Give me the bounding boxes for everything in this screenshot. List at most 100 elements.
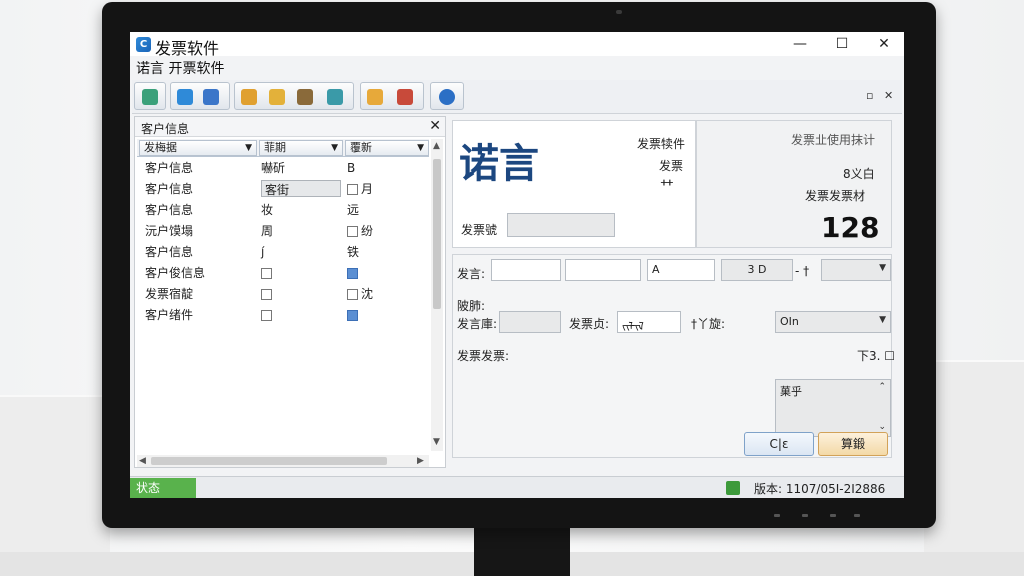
invoice-field[interactable]	[507, 213, 615, 237]
input-field[interactable]: 3 D	[721, 259, 793, 281]
table-row[interactable]: 客户俊信息	[145, 264, 425, 282]
app-icon: C	[136, 37, 151, 52]
monitor-led	[830, 514, 836, 517]
cell-status: 纷	[361, 224, 374, 238]
panel-close-icon[interactable]: ✕	[429, 118, 441, 134]
checkbox[interactable]	[347, 184, 358, 195]
gear-icon	[297, 89, 313, 105]
row2-title: 陂肺:	[457, 299, 486, 313]
table-row[interactable]: 发票宿靛 沈	[145, 285, 425, 303]
chevron-down-icon: ▼	[331, 143, 338, 153]
maximize-button[interactable]: ☐	[826, 34, 858, 54]
horizontal-scrollbar[interactable]: ◀ ▶	[137, 455, 429, 467]
cell-status: 月	[361, 182, 374, 196]
shield-icon	[726, 481, 740, 495]
shelf-right	[924, 360, 1024, 560]
cell-date-selected[interactable]: 客街	[261, 180, 341, 197]
dropdown-value: OIn	[780, 315, 799, 328]
checkbox[interactable]	[261, 268, 272, 279]
monitor-led	[854, 514, 860, 517]
summary-card: 发票㐀使用抹计 8义白 发票发票材 128	[696, 120, 892, 248]
scroll-up-icon[interactable]: ▲	[433, 141, 440, 151]
toolbar-close-icon[interactable]: ✕	[884, 89, 893, 102]
scroll-left-icon[interactable]: ◀	[139, 456, 146, 466]
info-label: 发票犊件	[637, 137, 686, 151]
window-title: 发票软件	[155, 39, 220, 58]
row2-field[interactable]: ᠵᠢᠯ᠊ᠢᠯ	[617, 311, 681, 333]
invoice-count: 128	[821, 211, 880, 244]
toolbar-group-button[interactable]	[234, 82, 354, 110]
scroll-thumb[interactable]	[433, 159, 441, 309]
cell-customer: 客户信息	[145, 203, 194, 217]
table-row[interactable]: 客户信息 妆 远	[145, 201, 425, 219]
cell-customer: 客户信息	[145, 245, 194, 259]
checkbox[interactable]	[261, 310, 272, 321]
monitor-stand	[474, 527, 570, 576]
cell-date: 周	[261, 224, 274, 238]
panel-header: 客户信息 ✕	[135, 117, 445, 137]
toolbar-up-chart-button[interactable]	[170, 82, 230, 110]
menu-subtitle: 诺言 开票软件	[136, 61, 225, 77]
confirm-button[interactable]: 算鍛	[818, 432, 888, 456]
row1-dropdown[interactable]: ▼	[821, 259, 891, 281]
table-row[interactable]: 客户信息 嚇斫 B	[145, 159, 425, 177]
scroll-up-icon[interactable]: ⌃	[878, 382, 886, 392]
checkbox-checked[interactable]	[347, 310, 358, 321]
restore-icon[interactable]: ▫	[866, 89, 873, 102]
status-bar: 状态 版本: 1107/05I-2I2886	[130, 476, 904, 498]
checkbox[interactable]	[261, 289, 272, 300]
panel-title: 客户信息	[141, 122, 190, 136]
scroll-down-icon[interactable]: ▼	[433, 437, 440, 447]
chevron-down-icon: ▼	[417, 143, 424, 153]
arrow-up-icon	[142, 89, 158, 105]
checkbox[interactable]	[347, 226, 358, 237]
input-field[interactable]	[491, 259, 561, 281]
chevron-down-icon: ▼	[245, 143, 252, 153]
webcam	[616, 10, 622, 14]
input-field[interactable]: A	[647, 259, 715, 281]
row2-dropdown[interactable]: OIn ▼	[775, 311, 891, 333]
notes-right-label: 下3. ☐	[857, 349, 896, 363]
toolbar-folder-tools-button[interactable]	[360, 82, 424, 110]
cell-customer: 客户俊信息	[145, 266, 206, 280]
database-icon	[327, 89, 343, 105]
scroll-down-icon[interactable]: ⌄	[878, 422, 886, 432]
table-row[interactable]: 客户信息 客街 月	[145, 180, 425, 198]
table-row[interactable]: 客户绪件	[145, 306, 425, 324]
summary-label: 发票发票材	[805, 189, 866, 203]
column-header-label: 发梅据	[144, 141, 177, 154]
folder-icon	[367, 89, 383, 105]
column-header[interactable]: 发梅据 ▼	[139, 140, 257, 156]
plus-folder-icon	[269, 89, 285, 105]
checkbox-checked[interactable]	[347, 268, 358, 279]
column-header[interactable]: 菲期 ▼	[259, 140, 343, 156]
form-area: 发言: A 3 D - † ▼ 陂肺: 发言庫: 发票贞: ᠵᠢᠯ᠊ᠢᠯ †丫旋…	[452, 254, 896, 458]
row1-separator: - †	[795, 264, 810, 278]
version-text: 版本: 1107/05I-2I2886	[754, 482, 886, 496]
notes-textarea[interactable]: 菓乎 ⌃ ⌄	[775, 379, 891, 437]
close-button[interactable]: ✕	[868, 34, 900, 54]
toolbar-back-button[interactable]	[134, 82, 166, 110]
column-header[interactable]: 覆新 ▼	[345, 140, 429, 156]
scroll-right-icon[interactable]: ▶	[417, 456, 424, 466]
notes-text: 菓乎	[780, 385, 802, 398]
minimize-button[interactable]: —	[784, 34, 816, 54]
scroll-thumb[interactable]	[151, 457, 387, 465]
shelf-left	[0, 395, 110, 555]
grid-header: 发梅据 ▼ 菲期 ▼ 覆新 ▼	[137, 139, 429, 157]
toolbar-globe-button[interactable]	[430, 82, 464, 110]
status-indicator: 状态	[130, 478, 196, 498]
input-field[interactable]	[565, 259, 641, 281]
cell-customer: 沅户馍塌	[145, 224, 194, 238]
row2-field[interactable]	[499, 311, 561, 333]
vertical-scrollbar[interactable]: ▲ ▼	[431, 139, 443, 451]
cancel-button[interactable]: C|ɛ	[744, 432, 814, 456]
cell-customer: 客户信息	[145, 161, 194, 175]
table-row[interactable]: 沅户馍塌 周 纷	[145, 222, 425, 240]
invoice-panel: 诺言 发票犊件 发票 ᚐᚐ 发票號 发票㐀使用抹计 8义白 发票发票材 128 …	[452, 118, 900, 470]
table-row[interactable]: 客户信息 j́ 铁	[145, 243, 425, 261]
checkbox[interactable]	[347, 289, 358, 300]
column-header-label: 菲期	[264, 141, 286, 154]
chevron-down-icon: ▼	[879, 315, 886, 325]
monitor-led	[802, 514, 808, 517]
